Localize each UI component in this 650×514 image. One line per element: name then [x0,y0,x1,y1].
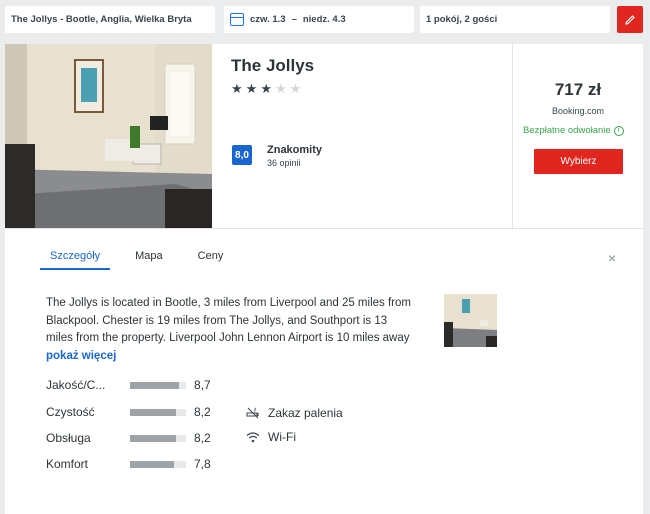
rating-row: Czystość 8,2 [46,404,211,420]
checkin-date: czw. 1.3 [250,14,286,25]
no-smoking-icon [246,407,259,419]
destination-text: The Jollys - Bootle, Anglia, Wielka Bryt… [11,14,192,25]
review-count: 36 opinii [267,158,301,168]
pencil-icon [625,14,635,25]
wifi-icon [246,432,260,443]
rating-bar-fill [130,434,176,442]
amenity-label: Wi-Fi [268,430,296,444]
dates-field[interactable]: czw. 1.3 – niedz. 4.3 [224,6,414,33]
star-icon-empty: ★ [274,81,287,96]
price: 717 zł [554,80,602,99]
provider-name: Booking.com [551,106,605,116]
hotel-description: The Jollys is located in Bootle, 3 miles… [46,295,411,365]
star-icon: ★ [231,81,243,96]
rating-label: Czystość [46,405,95,419]
rating-bar [130,460,186,468]
price-panel: 717 zł Booking.com Bezpłatne odwołanie i… [512,44,643,228]
star-icon-empty: ★ [289,81,302,96]
hotel-name[interactable]: The Jollys [231,56,314,76]
free-cancellation-label: Bezpłatne odwołanie [523,125,611,136]
edit-search-button[interactable] [617,6,643,33]
rating-label: Jakość/C... [46,378,106,392]
description-text: The Jollys is located in Bootle, 3 miles… [46,297,411,344]
select-button[interactable]: Wybierz [534,149,623,174]
tab-map[interactable]: Mapa [125,250,173,270]
amenity-label: Zakaz palenia [268,406,343,420]
hotel-summary: The Jollys ★ ★ ★ ★ ★ 8,0 Znakomity 36 op… [5,44,643,229]
rating-value: 8,7 [194,378,211,392]
hotel-photo[interactable] [5,44,212,228]
calendar-icon [230,13,244,26]
hotel-thumbnail[interactable] [444,294,497,347]
destination-field[interactable]: The Jollys - Bootle, Anglia, Wielka Bryt… [5,6,215,33]
rating-label: Obsługa [46,431,91,445]
tab-prices[interactable]: Ceny [188,250,234,270]
rating-bar-fill [130,381,179,389]
guests-text: 1 pokój, 2 gości [426,14,498,25]
star-icon: ★ [245,81,258,96]
rating-label: Komfort [46,457,89,471]
show-more-link[interactable]: pokaż więcej [46,350,116,362]
rating-row: Jakość/C... 8,7 [46,377,211,393]
star-icon: ★ [260,81,272,96]
guests-field[interactable]: 1 pokój, 2 gości [420,6,610,33]
close-icon[interactable]: × [608,250,616,266]
star-rating: ★ ★ ★ ★ ★ [231,82,301,95]
free-cancellation: Bezpłatne odwołanie i [523,125,624,136]
details-tabs: Szczegóły Mapa Ceny [40,250,248,270]
rating-bar [130,434,186,442]
hotel-card: The Jollys ★ ★ ★ ★ ★ 8,0 Znakomity 36 op… [5,44,643,514]
rating-bar-fill [130,408,176,416]
rating-bar [130,408,186,416]
checkout-date: niedz. 4.3 [302,14,346,25]
rating-value: 7,8 [194,457,211,471]
date-separator: – [291,14,297,25]
rating-value: 8,2 [194,431,211,445]
rating-bar-fill [130,460,174,468]
rating-bar [130,381,186,389]
rating-row: Obsługa 8,2 [46,430,211,446]
amenity-wifi: Wi-Fi [246,430,296,444]
info-icon[interactable]: i [613,125,624,136]
rating-row: Komfort 7,8 [46,456,211,472]
review-score-label: Znakomity [267,144,323,156]
tab-details[interactable]: Szczegóły [40,250,111,270]
rating-value: 8,2 [194,405,211,419]
review-score-badge: 8,0 [232,145,252,165]
amenity-no-smoking: Zakaz palenia [246,406,343,420]
